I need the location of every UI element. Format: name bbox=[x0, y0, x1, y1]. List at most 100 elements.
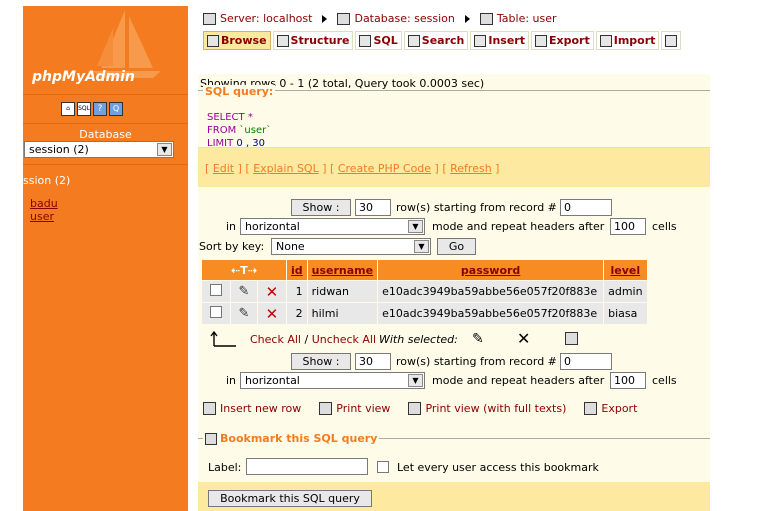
tab-sql[interactable]: SQL bbox=[355, 31, 402, 50]
insert-label: Insert new row bbox=[220, 402, 302, 415]
column-header-password[interactable]: password bbox=[378, 260, 604, 280]
pencil-icon[interactable]: ✎ bbox=[472, 331, 484, 347]
table-icon bbox=[479, 12, 493, 25]
chevron-down-icon: ▼ bbox=[408, 220, 423, 233]
show-button[interactable]: Show : bbox=[291, 199, 351, 216]
sidebar-icons: ⌂ SQL ? Q bbox=[61, 102, 123, 118]
mode-select[interactable]: horizontal ▼ bbox=[240, 372, 425, 389]
delete-icon[interactable]: ✕ bbox=[266, 283, 279, 301]
database-heading[interactable]: ssion (2) bbox=[23, 174, 70, 187]
show-button[interactable]: Show : bbox=[291, 353, 351, 370]
bookmark-label-input[interactable] bbox=[246, 458, 368, 475]
edit-cell: ✎ bbox=[231, 281, 257, 302]
table-header-row: ⇠T⇢ id username password level bbox=[202, 260, 647, 280]
rows-input[interactable]: 30 bbox=[355, 199, 391, 216]
print-full-label: Print view (with full texts) bbox=[425, 402, 567, 415]
tab-export[interactable]: Export bbox=[531, 31, 594, 50]
uncheck-all-link[interactable]: Uncheck All bbox=[312, 333, 376, 346]
tab-import[interactable]: Import bbox=[595, 31, 660, 50]
rows-input[interactable]: 30 bbox=[355, 353, 391, 370]
print-full-link[interactable]: Print view (with full texts) bbox=[408, 402, 566, 415]
go-button[interactable]: Go bbox=[437, 238, 476, 255]
sort-select-value: None bbox=[276, 240, 305, 253]
cell-level: biasa bbox=[604, 303, 647, 324]
export-selected-icon[interactable] bbox=[565, 332, 578, 345]
refresh-link[interactable]: Refresh bbox=[450, 162, 492, 175]
mode-select-value: horizontal bbox=[245, 374, 300, 387]
check-all-link[interactable]: Check All bbox=[250, 333, 301, 346]
top-bar: Server: localhost Database: session Tabl… bbox=[198, 6, 710, 74]
delete-cell: ✕ bbox=[257, 281, 286, 302]
edit-link[interactable]: Edit bbox=[213, 162, 234, 175]
export-icon bbox=[535, 34, 547, 47]
check-links: Check All / Uncheck All bbox=[250, 333, 376, 346]
tab-bar: Browse Structure SQL Search Insert Expor… bbox=[203, 31, 682, 50]
breadcrumb: Server: localhost Database: session Tabl… bbox=[203, 12, 557, 25]
column-header-level[interactable]: level bbox=[604, 260, 647, 280]
tab-operations[interactable] bbox=[661, 31, 682, 50]
pencil-icon[interactable]: ✎ bbox=[238, 306, 249, 321]
column-resize-arrows-icon[interactable]: ⇠T⇢ bbox=[202, 260, 286, 280]
mode-select[interactable]: horizontal ▼ bbox=[240, 218, 425, 235]
logo[interactable]: phpMyAdmin bbox=[23, 6, 188, 96]
delete-icon[interactable]: ✕ bbox=[266, 305, 279, 323]
print-view-link[interactable]: Print view bbox=[319, 402, 390, 415]
arrow-right-icon bbox=[464, 14, 470, 23]
row-checkbox[interactable] bbox=[210, 306, 222, 318]
arrow-up-left-icon bbox=[210, 330, 236, 347]
export-icon bbox=[584, 402, 598, 415]
chevron-down-icon: ▼ bbox=[408, 374, 423, 387]
search-icon bbox=[407, 34, 420, 47]
cell-password: e10adc3949ba59abbe56e057f20f883e bbox=[378, 303, 604, 324]
sql-icon bbox=[359, 34, 372, 47]
help-icon[interactable]: ? bbox=[93, 102, 107, 116]
headers-input[interactable]: 100 bbox=[610, 372, 646, 389]
actions-bar: Insert new row Print view Print view (wi… bbox=[203, 402, 637, 415]
operations-icon bbox=[665, 34, 678, 47]
print-label: Print view bbox=[336, 402, 391, 415]
column-header-username[interactable]: username bbox=[307, 260, 378, 280]
with-selected-label: With selected: bbox=[379, 333, 458, 346]
every-user-checkbox[interactable] bbox=[377, 461, 389, 473]
insert-icon bbox=[474, 34, 487, 47]
tab-search[interactable]: Search bbox=[403, 31, 469, 50]
create-php-code-link[interactable]: Create PHP Code bbox=[338, 162, 431, 175]
breadcrumb-database[interactable]: Database: session bbox=[354, 12, 454, 25]
tab-structure[interactable]: Structure bbox=[272, 31, 354, 50]
database-select-value: session (2) bbox=[29, 143, 89, 156]
table-link-user[interactable]: user bbox=[30, 210, 58, 223]
breadcrumb-server[interactable]: Server: localhost bbox=[220, 12, 312, 25]
record-input[interactable]: 0 bbox=[560, 199, 612, 216]
main-content: Server: localhost Database: session Tabl… bbox=[198, 6, 710, 511]
table-link-badu[interactable]: badu bbox=[30, 197, 58, 210]
printer-icon bbox=[319, 402, 333, 415]
row-checkbox[interactable] bbox=[210, 284, 222, 296]
headers-input[interactable]: 100 bbox=[610, 218, 646, 235]
database-label: Database bbox=[79, 128, 132, 141]
arrow-right-icon bbox=[322, 14, 328, 23]
sql-icon[interactable]: SQL bbox=[77, 102, 91, 116]
home-icon[interactable]: ⌂ bbox=[61, 102, 75, 116]
chevron-down-icon: ▼ bbox=[157, 143, 172, 156]
tab-browse[interactable]: Browse bbox=[203, 31, 271, 50]
bookmark-button[interactable]: Bookmark this SQL query bbox=[208, 490, 372, 507]
mode-label: mode and repeat headers after bbox=[432, 220, 605, 233]
sort-select[interactable]: None ▼ bbox=[271, 238, 431, 255]
query-window-icon[interactable]: Q bbox=[109, 102, 123, 116]
export-link[interactable]: Export bbox=[584, 402, 637, 415]
record-input[interactable]: 0 bbox=[560, 353, 612, 370]
cells-label: cells bbox=[652, 374, 677, 387]
cells-label: cells bbox=[652, 220, 677, 233]
insert-new-row-link[interactable]: Insert new row bbox=[203, 402, 301, 415]
database-select[interactable]: session (2) ▼ bbox=[24, 141, 174, 158]
edit-cell: ✎ bbox=[231, 303, 257, 324]
delete-icon[interactable]: ✕ bbox=[517, 329, 530, 348]
column-header-id[interactable]: id bbox=[287, 260, 307, 280]
explain-sql-link[interactable]: Explain SQL bbox=[253, 162, 319, 175]
tab-insert[interactable]: Insert bbox=[470, 31, 529, 50]
delete-cell: ✕ bbox=[257, 303, 286, 324]
separator: / bbox=[300, 333, 312, 346]
pencil-icon[interactable]: ✎ bbox=[238, 284, 249, 299]
tab-label: Insert bbox=[488, 34, 525, 47]
breadcrumb-table[interactable]: Table: user bbox=[497, 12, 557, 25]
